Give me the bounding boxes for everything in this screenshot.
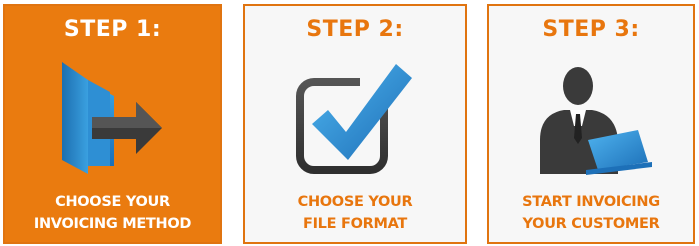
step-1-caption-line1: CHOOSE YOUR (55, 194, 170, 210)
step-1-card[interactable]: STEP 1: CHOOSE YOUR INVOICING METHOD (3, 4, 222, 244)
door-exit-arrow-icon (48, 62, 178, 177)
step-3-card[interactable]: STEP 3: START INVOICING YOUR CUSTOMER (487, 4, 695, 244)
steps-container: STEP 1: CHOOSE YOUR INVOICING METHOD STE… (0, 0, 699, 246)
step-2-card[interactable]: STEP 2: CHOOSE YOUR FILE FORMAT (243, 4, 467, 244)
step-2-caption-line2: FILE FORMAT (302, 216, 407, 232)
checkbox-check-icon (290, 62, 420, 177)
step-1-caption-line2: INVOICING METHOD (33, 216, 192, 232)
step-3-caption-line1: START INVOICING (522, 194, 660, 210)
step-2-caption-line1: CHOOSE YOUR (297, 194, 413, 210)
step-1-title: STEP 1: (63, 17, 162, 42)
step-3-title: STEP 3: (542, 17, 640, 42)
step-2-caption: CHOOSE YOUR FILE FORMAT (245, 191, 465, 235)
step-3-caption-line2: YOUR CUSTOMER (522, 216, 660, 232)
step-3-caption: START INVOICING YOUR CUSTOMER (489, 191, 693, 235)
step-1-caption: CHOOSE YOUR INVOICING METHOD (5, 191, 220, 235)
person-laptop-icon (526, 62, 656, 177)
step-2-title: STEP 2: (306, 17, 404, 42)
